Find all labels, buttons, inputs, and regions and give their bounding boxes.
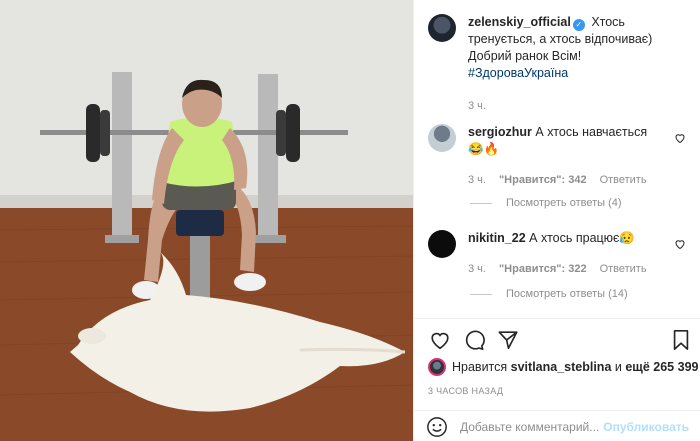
- replies-line: [470, 202, 492, 204]
- comment-meta: 3 ч. "Нравится": 342 Ответить: [468, 172, 693, 189]
- post-time-ago[interactable]: 3 ЧАСОВ НАЗАД: [428, 386, 503, 396]
- comment-item: sergiozhur А хтось навчається 😂🔥 3 ч. "Н…: [428, 124, 693, 189]
- post-photo[interactable]: [0, 0, 413, 441]
- comment-item: nikitin_22 А хтось працює😥 3 ч. "Нравитс…: [428, 230, 693, 278]
- commenter-avatar[interactable]: [428, 124, 456, 152]
- likes-count[interactable]: ещё 265 399: [625, 360, 698, 374]
- comment-like-heart-icon[interactable]: [674, 238, 686, 250]
- view-replies-label: Посмотреть ответы (14): [506, 288, 628, 300]
- divider: [414, 318, 700, 319]
- likes-middle: и: [614, 360, 622, 374]
- commenter-avatar[interactable]: [428, 230, 456, 258]
- comment-likes[interactable]: "Нравится": 342: [499, 172, 587, 189]
- author-username[interactable]: zelenskiy_official: [468, 15, 571, 29]
- comment-time: 3 ч.: [468, 174, 486, 186]
- divider: [414, 410, 700, 411]
- replies-line: [470, 293, 492, 295]
- post-side-panel: zelenskiy_official ✓ Хтось тренується, а …: [413, 0, 700, 441]
- post-time: 3 ч.: [468, 100, 486, 112]
- comment-like-heart-icon[interactable]: [674, 132, 686, 144]
- comment-icon[interactable]: [462, 328, 486, 352]
- likes-line: Нравится svitlana_steblina и ещё 265 399: [428, 358, 698, 376]
- reply-button[interactable]: Ответить: [600, 172, 647, 189]
- liker-avatar[interactable]: [428, 358, 446, 376]
- likes-prefix: Нравится: [452, 360, 508, 374]
- liker-username[interactable]: svitlana_steblina: [511, 360, 612, 374]
- photo-illustration: [0, 0, 413, 441]
- publish-button[interactable]: Опубликовать: [603, 420, 689, 434]
- comment-input[interactable]: Добавьте комментарий...: [460, 420, 603, 434]
- caption-text: zelenskiy_official ✓ Хтось тренується, а …: [468, 14, 693, 65]
- share-icon[interactable]: [496, 328, 520, 352]
- comment-likes[interactable]: "Нравится": 322: [499, 261, 587, 278]
- post-caption: zelenskiy_official ✓ Хтось тренується, а …: [428, 14, 693, 115]
- add-comment-bar: Добавьте комментарий... Опубликовать: [414, 412, 700, 441]
- heart-icon[interactable]: [428, 328, 452, 352]
- comment-text: А хтось працює😥: [529, 231, 635, 245]
- post-actions: [428, 328, 693, 352]
- comment-time: 3 ч.: [468, 263, 486, 275]
- comment-meta: 3 ч. "Нравится": 322 Ответить: [468, 261, 693, 278]
- reply-button[interactable]: Ответить: [600, 261, 647, 278]
- verified-badge-icon: ✓: [572, 19, 585, 31]
- view-replies[interactable]: Посмотреть ответы (14): [470, 288, 628, 300]
- view-replies[interactable]: Посмотреть ответы (4): [470, 197, 622, 209]
- author-avatar[interactable]: [428, 14, 456, 42]
- commenter-username[interactable]: nikitin_22: [468, 231, 526, 245]
- view-replies-label: Посмотреть ответы (4): [506, 197, 622, 209]
- emoji-icon[interactable]: [426, 416, 448, 438]
- comment-text: А хтось навчається: [535, 125, 648, 139]
- hashtag-link[interactable]: #ЗдороваУкраїна: [468, 65, 693, 82]
- commenter-username[interactable]: sergiozhur: [468, 125, 532, 139]
- bookmark-icon[interactable]: [669, 328, 693, 352]
- comment-emoji: 😂🔥: [468, 142, 500, 156]
